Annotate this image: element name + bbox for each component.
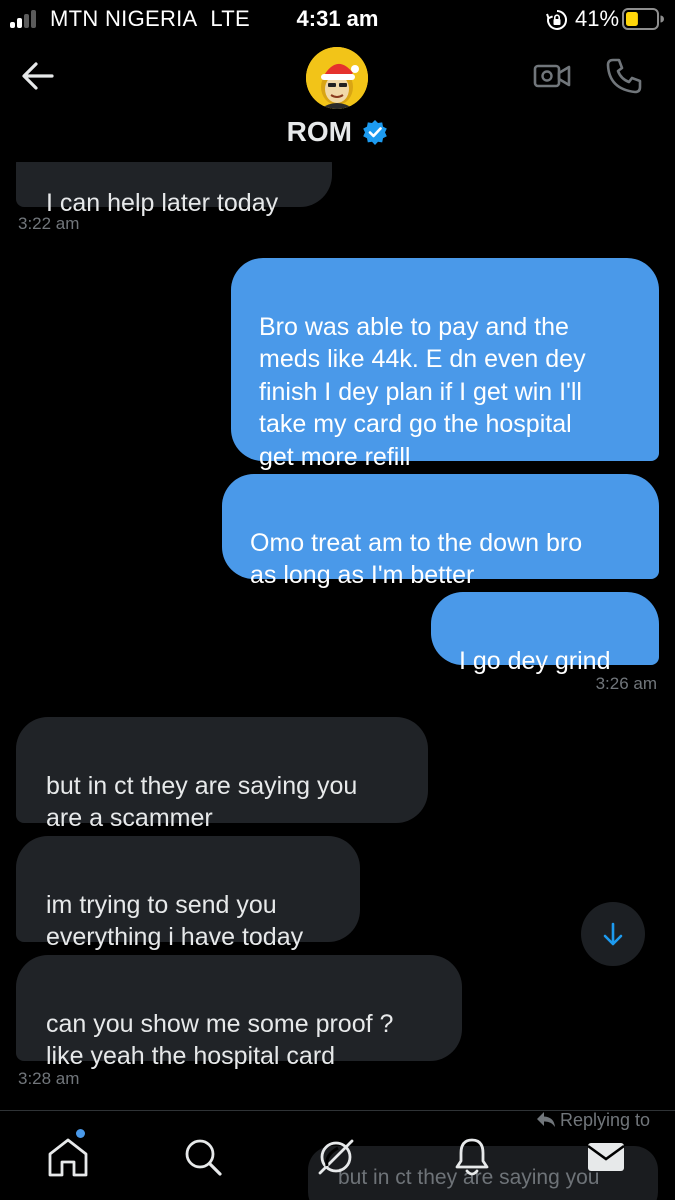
message-bubble-sent[interactable]: Bro was able to pay and the meds like 44… [231, 258, 659, 471]
messages-envelope-icon[interactable] [584, 1135, 628, 1179]
dm-conversation-screen: MTN NIGERIA LTE 4:31 am 41% ROM I can he… [0, 0, 675, 1200]
video-call-icon[interactable] [532, 58, 572, 94]
message-bubble-sent[interactable]: I go dey grind [431, 592, 659, 675]
message-bubble-received[interactable]: im trying to send you everything i have … [16, 836, 360, 951]
message-timestamp: 3:22 am [18, 214, 80, 233]
message-text: Bro was able to pay and the meds like 44… [259, 312, 586, 471]
message-text: I can help later today [46, 188, 279, 217]
avatar-image [306, 47, 368, 109]
message-text: but in ct they are saying you are a scam… [46, 771, 358, 833]
replying-to-label: Replying to [536, 1110, 650, 1131]
message-text: can you show me some proof ? like yeah t… [46, 1009, 394, 1071]
arrow-down-icon [603, 922, 623, 946]
search-icon[interactable] [181, 1135, 225, 1179]
message-text: Omo treat am to the down bro as long as … [250, 528, 583, 590]
message-list[interactable]: I can help later today 3:22 am Bro was a… [0, 0, 675, 1200]
message-bubble-received[interactable]: can you show me some proof ? like yeah t… [16, 955, 462, 1070]
contact-name: ROM [286, 116, 352, 147]
home-icon[interactable] [46, 1135, 90, 1179]
message-text: im trying to send you everything i have … [46, 890, 304, 952]
message-timestamp: 3:28 am [18, 1069, 80, 1088]
verified-badge-icon [363, 120, 388, 145]
scroll-to-bottom-button[interactable] [581, 902, 645, 966]
reply-arrow-icon [537, 1112, 555, 1127]
message-bubble-received[interactable]: but in ct they are saying you are a scam… [16, 717, 428, 832]
home-new-indicator [76, 1129, 85, 1138]
message-bubble-sent[interactable]: Omo treat am to the down bro as long as … [222, 474, 659, 589]
message-text: I go dey grind [459, 646, 611, 675]
conversation-header: ROM [0, 38, 675, 162]
back-arrow-icon[interactable] [18, 58, 58, 94]
spaces-icon[interactable] [314, 1135, 358, 1179]
phone-call-icon[interactable] [604, 56, 644, 96]
contact-avatar[interactable] [306, 47, 368, 109]
message-timestamp: 3:26 am [595, 674, 657, 693]
notifications-bell-icon[interactable] [450, 1135, 494, 1179]
contact-title[interactable]: ROM [0, 116, 675, 148]
